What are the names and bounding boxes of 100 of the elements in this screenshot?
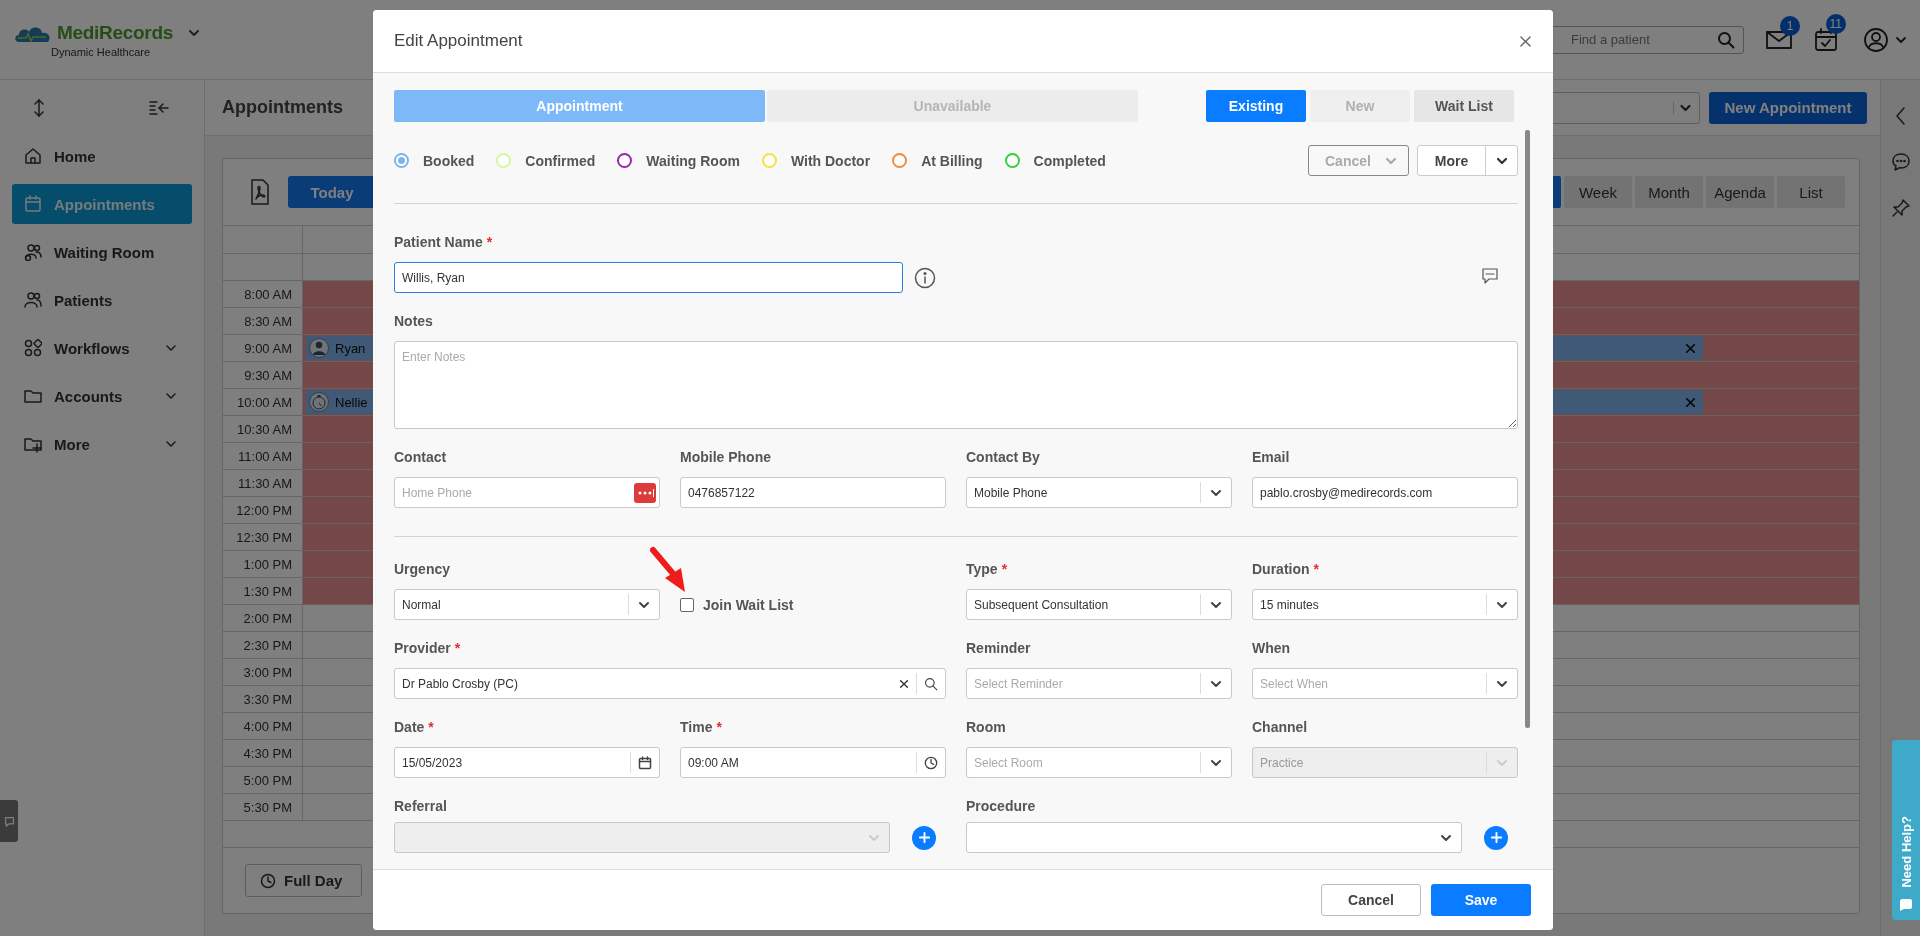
time-field[interactable]: 09:00 AM	[680, 747, 946, 778]
field-label: Notes	[394, 313, 433, 329]
duration-select[interactable]: 15 minutes	[1252, 589, 1518, 620]
required-mark: *	[486, 234, 493, 250]
collapse-menu-icon[interactable]	[149, 100, 169, 116]
calendar-icon	[24, 195, 42, 213]
save-button[interactable]: Save	[1431, 884, 1531, 916]
when-select[interactable]: Select When	[1252, 668, 1518, 699]
radio-button[interactable]	[617, 153, 633, 168]
urgency-select[interactable]: Normal	[394, 589, 660, 620]
mail-icon[interactable]	[1766, 29, 1792, 50]
sidebar-item[interactable]: Accounts	[12, 376, 192, 416]
provider-field[interactable]: Dr Pablo Crosby (PC)	[394, 668, 946, 699]
status-label: Completed	[1033, 152, 1106, 169]
contact-field[interactable]: Home Phone	[394, 477, 660, 508]
calendar-check-icon[interactable]	[1814, 27, 1838, 52]
sidebar-item[interactable]: Patients	[12, 280, 192, 320]
field-label: Patient Name	[394, 234, 483, 250]
checkbox[interactable]	[680, 597, 694, 612]
field-label: Email	[1252, 449, 1290, 465]
required-mark: *	[428, 719, 434, 735]
view-tab[interactable]: Agenda	[1706, 176, 1774, 208]
add-button[interactable]	[912, 825, 936, 850]
tab[interactable]: Wait List	[1414, 90, 1514, 122]
search-icon[interactable]	[1717, 30, 1735, 49]
status-radio[interactable]: With Doctor	[761, 152, 871, 169]
today-button[interactable]: Today	[288, 176, 376, 208]
close-icon[interactable]	[1686, 397, 1695, 407]
shapes-icon	[24, 339, 42, 357]
home-icon	[24, 147, 42, 165]
room-select[interactable]: Select Room	[966, 747, 1232, 778]
chevron-left-icon[interactable]	[1893, 106, 1908, 126]
notification-badge: 11	[1825, 13, 1846, 34]
status-radio[interactable]: At Billing	[892, 152, 983, 169]
expand-icon[interactable]	[32, 98, 46, 118]
field-label: Type	[966, 561, 998, 577]
sidebar-item[interactable]: More	[12, 424, 192, 464]
status-radio[interactable]: Completed	[1004, 152, 1106, 169]
sidebar-item[interactable]: Workflows	[12, 328, 192, 368]
full-day-button[interactable]: Full Day	[245, 864, 362, 897]
status-radio[interactable]: Waiting Room	[617, 152, 740, 169]
field-label: Contact By	[966, 449, 1040, 465]
close-icon[interactable]	[1686, 343, 1695, 353]
user-icon[interactable]	[1864, 27, 1888, 52]
type-select[interactable]: Subsequent Consultation	[966, 589, 1232, 620]
sidebar-item[interactable]: Waiting Room	[12, 232, 192, 272]
view-tab[interactable]: List	[1777, 176, 1845, 208]
calendar-icon[interactable]	[638, 755, 652, 770]
search-icon[interactable]	[924, 676, 938, 691]
radio-button[interactable]	[892, 153, 908, 168]
contact-by-select[interactable]: Mobile Phone	[966, 477, 1232, 508]
need-help-tab[interactable]: Need Help?	[1892, 740, 1920, 920]
field-label: Date	[394, 719, 425, 735]
stopwatch-icon	[309, 392, 329, 412]
doctor-icon	[309, 338, 329, 358]
view-tab[interactable]: Week	[1564, 176, 1632, 208]
new-appointment-button[interactable]: New Appointment	[1709, 91, 1867, 124]
patient-name: Ryan	[335, 340, 366, 356]
sidebar-item[interactable]: Home	[12, 136, 192, 176]
field-label: Channel	[1252, 719, 1308, 735]
radio-button[interactable]	[1004, 153, 1020, 168]
dialog-title: Edit Appointment	[394, 31, 523, 51]
brand-subtitle: Dynamic Healthcare	[51, 45, 151, 58]
brand-name: MediRecords	[57, 21, 173, 44]
pdf-icon[interactable]	[250, 179, 270, 205]
clock-icon[interactable]	[924, 755, 938, 770]
reminder-select[interactable]: Select Reminder	[966, 668, 1232, 699]
tab[interactable]: Existing	[1206, 90, 1306, 122]
mobile-phone-field[interactable]: 0476857122	[680, 477, 946, 508]
time-label: 2:30 PM	[223, 632, 303, 659]
view-tab[interactable]: Month	[1635, 176, 1703, 208]
chat-icon[interactable]	[1890, 152, 1911, 172]
date-field[interactable]: 15/05/2023	[394, 747, 660, 778]
required-mark: *	[1313, 561, 1319, 577]
notes-field[interactable]: Enter Notes	[394, 341, 1518, 429]
patient-name-field[interactable]: Willis, Ryan	[394, 262, 903, 293]
status-label: At Billing	[921, 152, 983, 169]
email-field[interactable]: pablo.crosby@medirecords.com	[1252, 477, 1518, 508]
more-options-icon[interactable]	[634, 482, 656, 503]
close-icon[interactable]	[1520, 35, 1531, 47]
info-icon[interactable]	[914, 266, 936, 289]
status-label: Confirmed	[525, 152, 596, 169]
clock-icon	[260, 872, 276, 889]
scrollbar[interactable]	[1525, 130, 1530, 728]
sms-icon[interactable]	[1481, 267, 1499, 285]
field-label: Referral	[394, 798, 447, 814]
status-radio[interactable]: Booked	[394, 152, 475, 169]
time-label: 5:30 PM	[223, 794, 303, 821]
clear-icon[interactable]	[900, 679, 908, 688]
radio-button[interactable]	[394, 153, 409, 168]
folder-icon	[24, 387, 42, 405]
status-radio[interactable]: Confirmed	[496, 152, 596, 169]
time-label: 3:00 PM	[223, 659, 303, 686]
cancel-button[interactable]: Cancel	[1321, 884, 1421, 916]
side-tab[interactable]	[0, 800, 18, 842]
required-mark: *	[1001, 561, 1008, 577]
field-label: Duration	[1252, 561, 1310, 577]
add-button[interactable]	[1484, 825, 1508, 850]
pin-icon[interactable]	[1890, 198, 1911, 218]
field-label: Urgency	[394, 561, 451, 577]
